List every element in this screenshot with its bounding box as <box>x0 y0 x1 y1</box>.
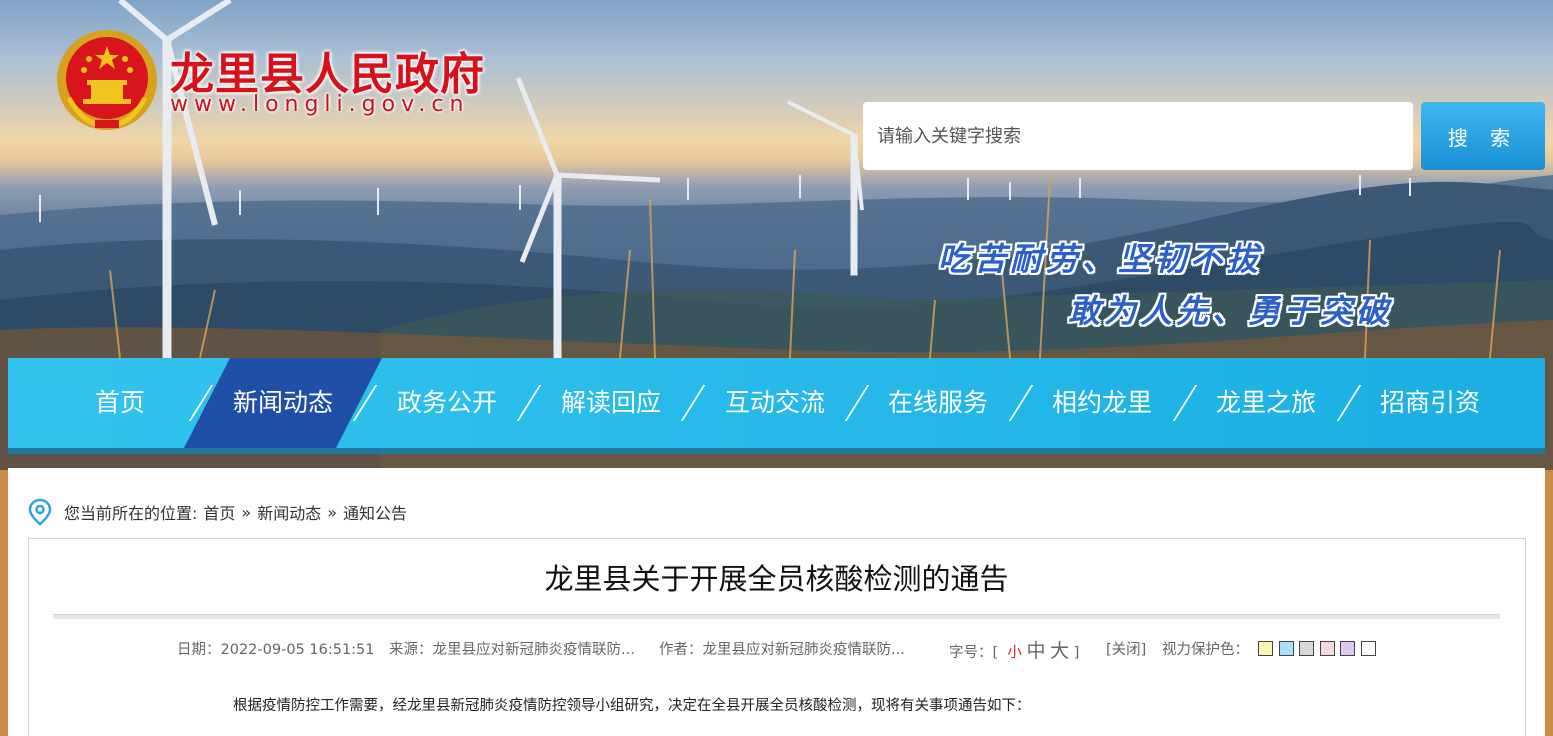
author-value: 龙里县应对新冠肺炎疫情联防... <box>702 642 905 658</box>
font-size-control: 字号：[ 小 中 大 ] <box>949 640 1080 662</box>
source-value: 龙里县应对新冠肺炎疫情联防... <box>432 642 635 658</box>
eye-care-swatch-pink[interactable] <box>1320 641 1335 656</box>
site-url[interactable]: www.longli.gov.cn <box>170 92 469 117</box>
slogan-line-1: 吃苦耐劳、坚韧不拔 <box>938 240 1263 278</box>
date-value: 2022-09-05 16:51:51 <box>220 642 375 658</box>
search-button[interactable]: 搜 索 <box>1421 102 1545 170</box>
nav-item-home[interactable]: 首页 <box>45 358 195 448</box>
nav-item-online-service[interactable]: 在线服务 <box>863 358 1013 448</box>
breadcrumb: 您当前所在的位置: 首页 » 新闻动态 » 通知公告 <box>28 498 413 526</box>
breadcrumb-prefix: 您当前所在的位置: <box>64 504 198 523</box>
eye-care-label: 视力保护色： <box>1162 642 1249 658</box>
nav-item-longli-travel[interactable]: 龙里之旅 <box>1191 358 1341 448</box>
slogan-line-2: 敢为人先、勇于突破 <box>1068 292 1393 330</box>
font-size-large[interactable]: 大 <box>1050 640 1069 662</box>
source-label: 来源： <box>389 642 433 658</box>
nav-item-government-affairs[interactable]: 政务公开 <box>372 358 522 448</box>
font-size-small[interactable]: 小 <box>1007 645 1022 661</box>
font-size-label: 字号： <box>949 645 993 661</box>
breadcrumb-news[interactable]: 新闻动态 <box>257 500 321 524</box>
author-label: 作者： <box>659 642 703 658</box>
article-date: 日期：2022-09-05 16:51:51 <box>177 638 375 659</box>
eye-care-swatch-blue[interactable] <box>1279 641 1294 656</box>
article-title: 龙里县关于开展全员核酸检测的通告 <box>544 562 1009 596</box>
breadcrumb-separator: » <box>327 502 338 522</box>
breadcrumb-notices[interactable]: 通知公告 <box>343 500 407 524</box>
nav-item-investment[interactable]: 招商引资 <box>1355 358 1505 448</box>
nav-underline <box>8 448 1545 454</box>
location-pin-icon <box>28 498 52 526</box>
breadcrumb-home[interactable]: 首页 <box>203 500 235 524</box>
article-paragraph: 根据疫情防控工作需要，经龙里县新冠肺炎疫情防控领导小组研究，决定在全县开展全员核… <box>233 698 1031 714</box>
nav-item-interaction[interactable]: 互动交流 <box>700 358 850 448</box>
font-size-medium[interactable]: 中 <box>1027 640 1046 662</box>
eye-care-swatch-white[interactable] <box>1361 641 1376 656</box>
eye-care-swatch-gray[interactable] <box>1299 641 1314 656</box>
eye-care-swatch-purple[interactable] <box>1340 641 1355 656</box>
nav-item-news[interactable]: 新闻动态 <box>208 358 358 448</box>
emblem-icon <box>57 30 157 130</box>
article-author: 作者：龙里县应对新冠肺炎疫情联防... <box>659 638 905 659</box>
date-label: 日期： <box>177 642 221 658</box>
close-link[interactable]: [关闭] <box>1106 638 1146 659</box>
breadcrumb-separator: » <box>241 502 252 522</box>
article-source: 来源：龙里县应对新冠肺炎疫情联防... <box>389 638 635 659</box>
eye-care-swatch-yellow[interactable] <box>1258 641 1273 656</box>
search-input[interactable] <box>863 102 1413 170</box>
title-divider <box>53 614 1500 619</box>
nav-item-meet-longli[interactable]: 相约龙里 <box>1027 358 1177 448</box>
nav-item-interpretation[interactable]: 解读回应 <box>536 358 686 448</box>
